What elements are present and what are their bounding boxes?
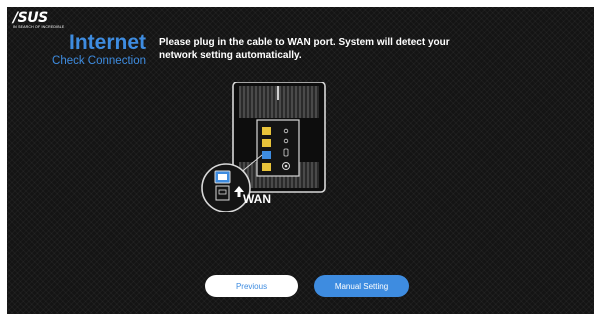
ethernet-port-icon: [262, 151, 271, 159]
instruction-text: Please plug in the cable to WAN port. Sy…: [159, 37, 450, 61]
logo-tagline: IN SEARCH OF INCREDIBLE: [13, 25, 65, 29]
setup-screen: /SUS IN SEARCH OF INCREDIBLE Internet Ch…: [7, 7, 594, 314]
wan-label: WAN: [243, 192, 271, 206]
page-subtitle: Check Connection: [52, 55, 146, 67]
manual-setting-button[interactable]: Manual Setting: [314, 275, 409, 297]
asus-logo: /SUS IN SEARCH OF INCREDIBLE: [13, 10, 65, 31]
ethernet-port-panel: [256, 119, 300, 177]
previous-button[interactable]: Previous: [205, 275, 298, 297]
page-title: Internet: [68, 31, 146, 54]
logo-wordmark: /SUS: [13, 10, 48, 26]
